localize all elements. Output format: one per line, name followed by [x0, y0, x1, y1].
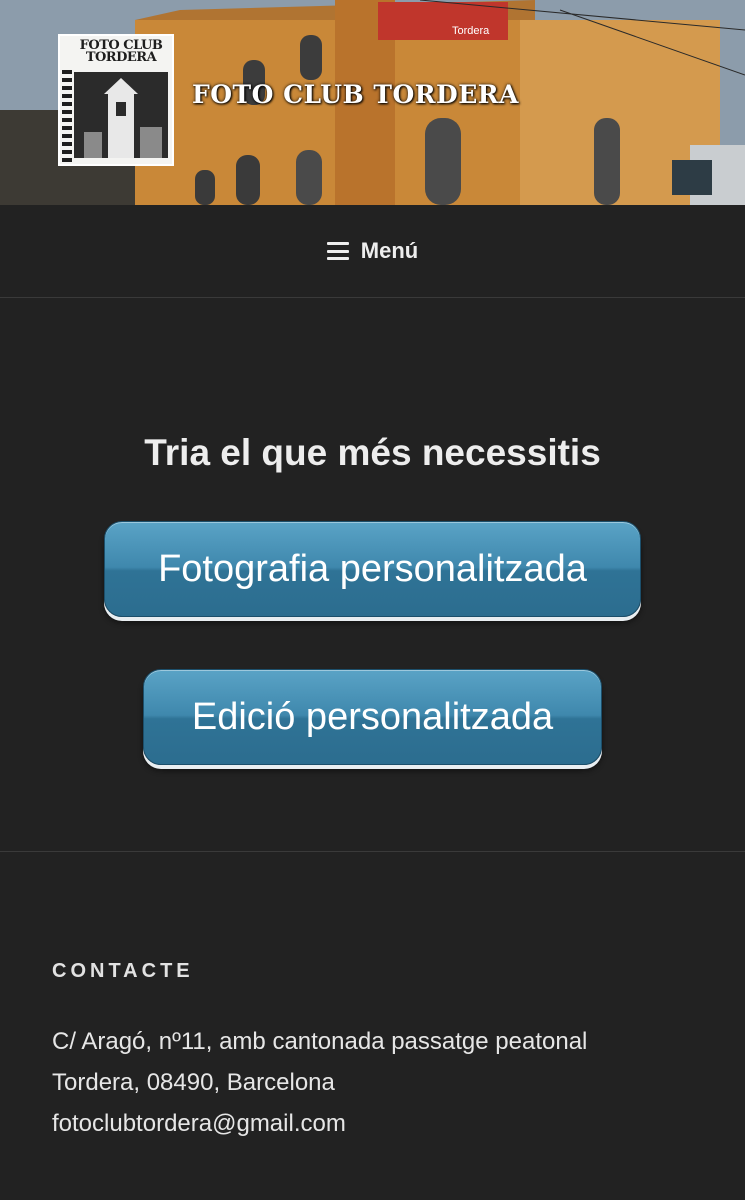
site-title[interactable]: FOTO CLUB TORDERA: [192, 80, 519, 109]
address-line-1: C/ Aragó, nº11, amb cantonada passatge p…: [52, 1028, 588, 1055]
email-address[interactable]: fotoclubtordera@gmail.com: [52, 1110, 346, 1138]
club-logo[interactable]: FOTO CLUB TORDERA: [58, 34, 174, 166]
custom-editing-button[interactable]: Edició personalitzada: [143, 669, 602, 765]
custom-photography-button[interactable]: Fotografia personalitzada: [104, 521, 641, 617]
logo-text-line2: TORDERA: [85, 50, 157, 65]
film-strip-icon: [62, 70, 72, 162]
hamburger-icon: [326, 242, 349, 260]
page-title: Tria el que més necessitis: [144, 432, 601, 473]
page: Tordera FOTO CLUB TORDERA FOTO CLUB TORD…: [0, 0, 745, 1200]
header-banner: Tordera FOTO CLUB TORDERA FOTO CLUB TORD…: [0, 0, 745, 205]
address-line-2: Tordera, 08490, Barcelona: [52, 1069, 335, 1096]
menu-bar: Menú: [0, 205, 745, 298]
contact-heading: CONTACTE: [52, 960, 194, 982]
station-sign-text: Tordera: [452, 25, 490, 37]
menu-toggle-button[interactable]: Menú: [326, 238, 419, 264]
logo-text: FOTO CLUB TORDERA: [70, 39, 172, 65]
footer-divider: [0, 851, 745, 852]
menu-label: Menú: [360, 238, 419, 263]
church-tower-image: [74, 72, 168, 158]
